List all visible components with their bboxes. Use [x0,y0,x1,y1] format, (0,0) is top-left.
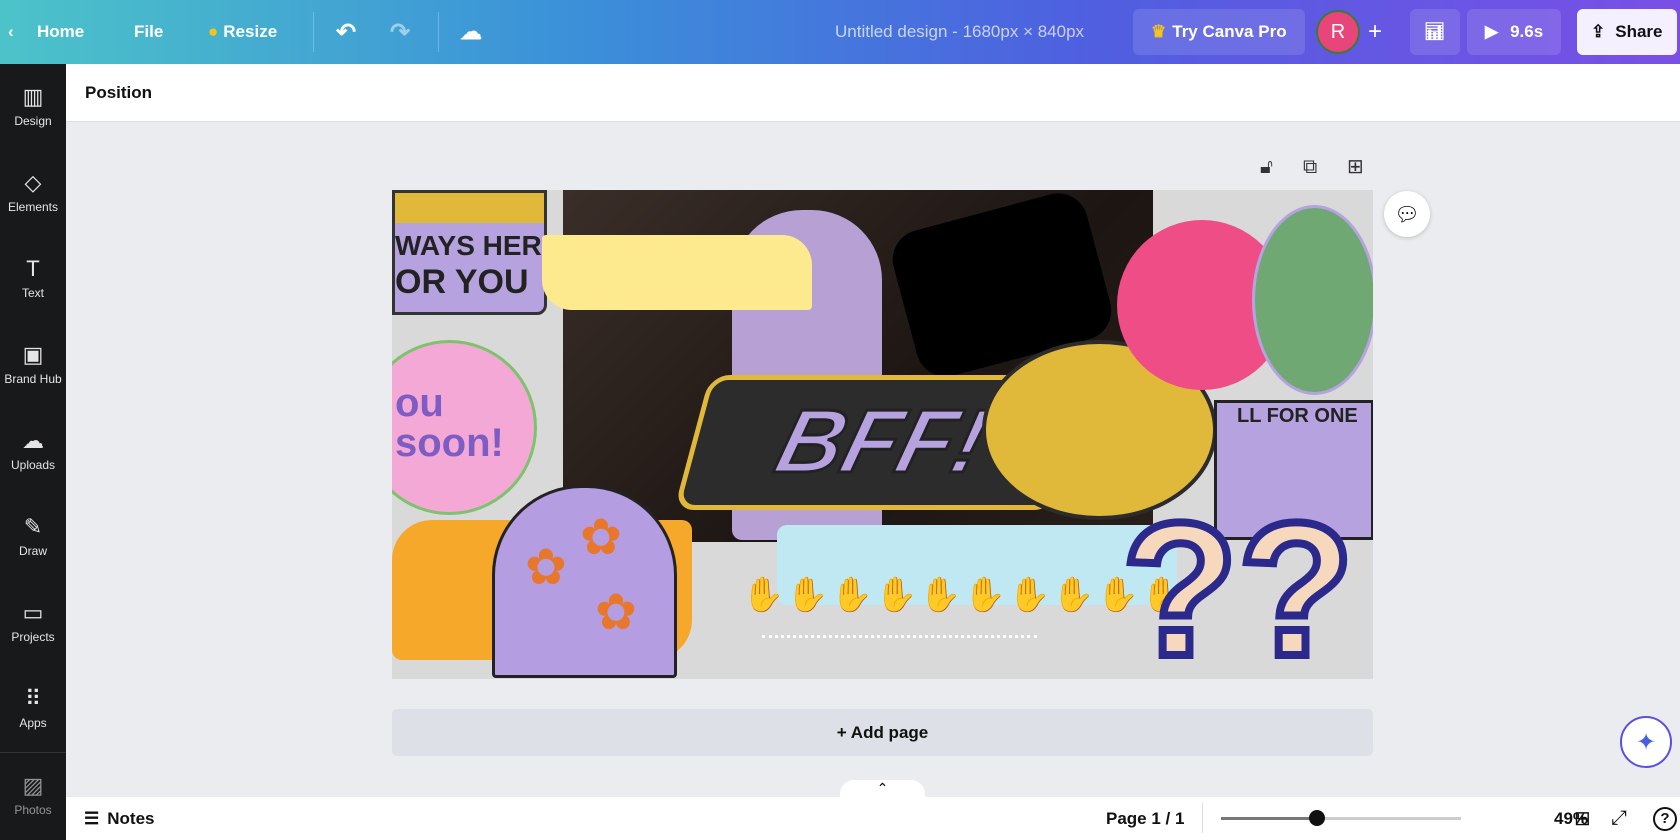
divider [313,12,314,52]
home-button[interactable]: Home [37,0,84,64]
top-bar: ‹ Home File ● Resize ↶ ↷ ☁ Untitled desig… [0,0,1680,64]
share-button[interactable]: ⇪ Share [1577,9,1677,55]
notes-button[interactable]: ☰ Notes [84,809,154,829]
back-icon[interactable]: ‹ [8,0,14,64]
design-canvas[interactable]: WAYS HERE OR YOU ou soon! ✿ ✿ ✿ BFF! LL FOR … [392,190,1373,679]
help-icon[interactable]: ? [1653,806,1677,831]
sidebar-item-apps[interactable]: ⠿ Apps [0,666,66,752]
avatar[interactable]: R [1316,10,1360,54]
position-button[interactable]: Position [66,64,1680,122]
sidebar-item-draw[interactable]: ✎ Draw [0,494,66,580]
divider [438,12,439,52]
elements-icon: ◇ [24,170,42,195]
question-marks[interactable]: ?? [1118,491,1358,679]
design-title[interactable]: Untitled design - 1680px × 840px [835,0,1084,64]
play-icon: ▶ [1485,22,1499,41]
present-button[interactable]: ▶ 9.6s [1467,9,1562,55]
redo-icon[interactable]: ↷ [390,0,410,64]
text-icon: T [26,256,40,281]
apps-icon: ⠿ [24,686,42,711]
notes-icon: ☰ [84,808,100,828]
yellow-brush [542,235,812,310]
undo-icon[interactable]: ↶ [336,0,356,64]
crown-icon: ● [208,22,219,41]
sticker-always-here[interactable]: WAYS HERE OR YOU [392,190,547,315]
zoom-slider[interactable] [1221,810,1461,826]
sidebar-item-photos[interactable]: ▨ Photos [0,752,66,838]
sidebar-item-brand-hub[interactable]: ▣ Brand Hub [0,322,66,408]
upload-icon: ☁ [22,428,44,453]
sidebar-item-text[interactable]: T Text [0,236,66,322]
sidebar-item-elements[interactable]: ◇ Elements [0,150,66,236]
folder-icon: ▭ [22,600,44,625]
hands-row: ✋✋✋✋✋✋✋✋✋✋ [742,576,1186,614]
sidebar-item-uploads[interactable]: ☁ Uploads [0,408,66,494]
cloud-saved-icon[interactable]: ☁ [460,0,482,64]
design-icon: ▥ [22,84,44,109]
grid-view-icon[interactable]: ⊞ [1574,806,1591,831]
draw-icon: ✎ [23,514,43,539]
sidebar: ▥ Design ◇ Elements T Text ▣ Brand Hub ☁ Uplo… [0,64,66,840]
photos-icon: ▨ [22,772,44,798]
sidebar-item-projects[interactable]: ▭ Projects [0,580,66,666]
share-icon: ⇪ [1591,22,1606,41]
audio-waveform [762,635,1037,639]
file-menu[interactable]: File [134,0,163,64]
divider [1202,803,1203,833]
lock-icon[interactable]: 🔓︎ [1260,156,1273,179]
pink-bubble[interactable]: ou soon! [392,340,537,515]
add-page-icon[interactable]: ⊞ [1347,154,1364,179]
add-page-button[interactable]: + Add page [392,709,1373,756]
try-pro-button[interactable]: ♛ Try Canva Pro [1133,9,1305,55]
comment-button[interactable]: 💬︎ [1384,191,1430,237]
page-indicator[interactable]: Page 1 / 1 [1106,809,1184,829]
duplicate-page-icon[interactable]: ⧉ [1303,156,1317,179]
brand-icon: ▣ [22,342,44,367]
magic-assistant-button[interactable]: ✦ [1620,716,1672,768]
analytics-icon[interactable]: 📊︎ [1410,9,1460,55]
crown-icon: ♛ [1151,22,1167,41]
resize-button[interactable]: ● Resize [208,0,277,64]
sidebar-item-design[interactable]: ▥ Design [0,64,66,150]
bottom-bar: ☰ Notes Page 1 / 1 49% ⊞ ⤢ ? [66,797,1680,840]
sunflower-sticker[interactable]: ✿ ✿ ✿ [492,485,677,678]
add-collaborator-button[interactable]: + [1368,0,1382,64]
zoom-slider-thumb[interactable] [1309,810,1325,826]
hands-sticker[interactable] [1252,205,1373,395]
fullscreen-icon[interactable]: ⤢ [1611,807,1627,830]
